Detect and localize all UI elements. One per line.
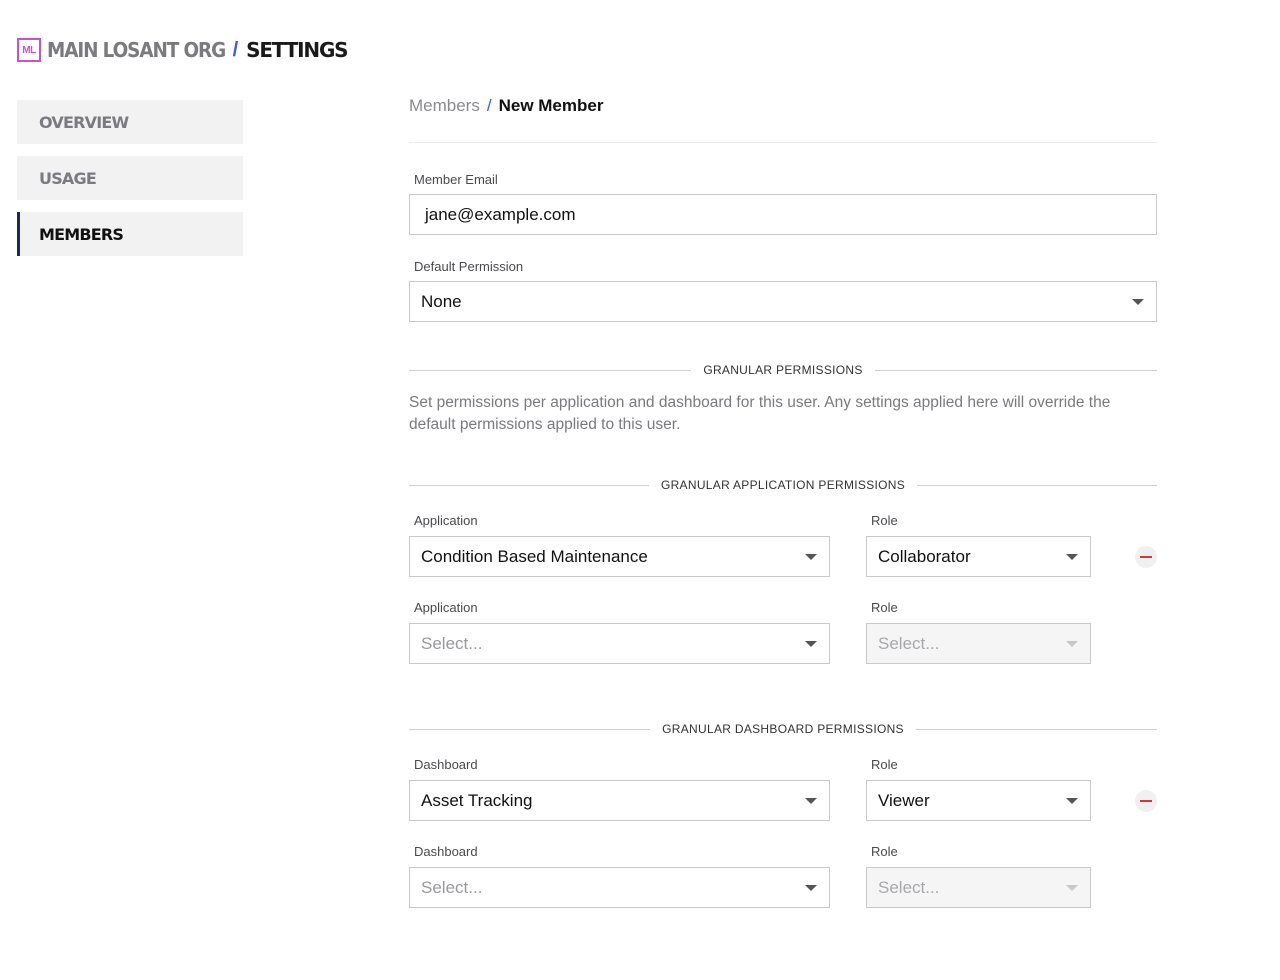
application-select[interactable]: Select... bbox=[409, 623, 830, 664]
role-select-disabled: Select... bbox=[866, 623, 1091, 664]
email-field[interactable]: jane@example.com bbox=[409, 194, 1157, 235]
role-placeholder: Select... bbox=[878, 877, 940, 897]
dashboard-permission-row-new: Dashboard Select... Role Select... bbox=[409, 844, 1157, 931]
default-permission-value: None bbox=[421, 291, 462, 311]
breadcrumb-members-link[interactable]: Members bbox=[409, 96, 480, 116]
breadcrumb-separator: / bbox=[486, 96, 492, 115]
org-header: ML MAIN LOSANT ORG / SETTINGS bbox=[17, 36, 349, 64]
role-placeholder: Select... bbox=[878, 633, 940, 653]
application-value: Condition Based Maintenance bbox=[421, 546, 648, 566]
sidebar-item-members[interactable]: MEMBERS bbox=[17, 212, 243, 256]
application-label: Application bbox=[414, 513, 478, 528]
chevron-down-icon bbox=[1066, 554, 1078, 560]
chevron-down-icon bbox=[1066, 641, 1078, 647]
role-value: Collaborator bbox=[878, 546, 971, 566]
chevron-down-icon bbox=[1066, 885, 1078, 891]
role-value: Viewer bbox=[878, 790, 930, 810]
dashboard-select[interactable]: Select... bbox=[409, 867, 830, 908]
minus-icon bbox=[1140, 556, 1152, 558]
application-select[interactable]: Condition Based Maintenance bbox=[409, 536, 830, 577]
chevron-down-icon bbox=[805, 798, 817, 804]
chevron-down-icon bbox=[1066, 798, 1078, 804]
remove-permission-button[interactable] bbox=[1135, 546, 1157, 568]
header-separator: / bbox=[232, 38, 239, 61]
breadcrumb-divider bbox=[409, 142, 1157, 143]
chevron-down-icon bbox=[805, 885, 817, 891]
email-group: Member Email jane@example.com bbox=[409, 172, 1157, 235]
dashboard-value: Asset Tracking bbox=[421, 790, 533, 810]
dashboard-label: Dashboard bbox=[414, 844, 478, 859]
application-label: Application bbox=[414, 600, 478, 615]
org-name-link[interactable]: MAIN LOSANT ORG bbox=[47, 38, 226, 62]
application-placeholder: Select... bbox=[421, 633, 483, 653]
dashboard-permission-row: Dashboard Asset Tracking Role Viewer bbox=[409, 757, 1157, 844]
sidebar-item-overview[interactable]: OVERVIEW bbox=[17, 100, 243, 144]
breadcrumb-current: New Member bbox=[498, 96, 604, 115]
default-permission-group: Default Permission None bbox=[409, 259, 1157, 322]
org-badge-icon: ML bbox=[17, 38, 41, 62]
page: ML MAIN LOSANT ORG / SETTINGS OVERVIEW U… bbox=[0, 0, 1280, 980]
dashboard-permissions-title: GRANULAR DASHBOARD PERMISSIONS bbox=[662, 722, 904, 736]
role-select[interactable]: Viewer bbox=[866, 780, 1091, 821]
app-permissions-divider: GRANULAR APPLICATION PERMISSIONS bbox=[409, 477, 1158, 493]
granular-permissions-divider: GRANULAR PERMISSIONS bbox=[409, 362, 1157, 378]
role-select-disabled: Select... bbox=[866, 867, 1091, 908]
granular-permissions-description: Set permissions per application and dash… bbox=[409, 394, 1111, 433]
role-label: Role bbox=[871, 513, 898, 528]
default-permission-label: Default Permission bbox=[414, 259, 524, 274]
app-permissions-title: GRANULAR APPLICATION PERMISSIONS bbox=[660, 478, 906, 492]
role-label: Role bbox=[871, 757, 898, 772]
app-permission-row: Application Condition Based Maintenance … bbox=[409, 513, 1157, 600]
role-select[interactable]: Collaborator bbox=[866, 536, 1091, 577]
role-label: Role bbox=[871, 600, 898, 615]
chevron-down-icon bbox=[805, 554, 817, 560]
dashboard-label: Dashboard bbox=[414, 757, 478, 772]
page-title: SETTINGS bbox=[246, 38, 348, 62]
chevron-down-icon bbox=[1132, 299, 1144, 305]
remove-permission-button[interactable] bbox=[1135, 790, 1157, 812]
default-permission-select[interactable]: None bbox=[409, 281, 1157, 322]
sidebar-item-usage[interactable]: USAGE bbox=[17, 156, 243, 200]
granular-permissions-title: GRANULAR PERMISSIONS bbox=[703, 363, 863, 377]
email-label: Member Email bbox=[414, 172, 498, 187]
chevron-down-icon bbox=[805, 641, 817, 647]
dashboard-placeholder: Select... bbox=[421, 877, 483, 897]
dashboard-select[interactable]: Asset Tracking bbox=[409, 780, 830, 821]
main-content: Members / New Member Member Email jane@e… bbox=[409, 92, 1158, 931]
breadcrumb: Members / New Member bbox=[409, 92, 1157, 120]
minus-icon bbox=[1140, 800, 1152, 802]
sidebar: OVERVIEW USAGE MEMBERS bbox=[17, 100, 243, 268]
role-label: Role bbox=[871, 844, 898, 859]
dashboard-permissions-divider: GRANULAR DASHBOARD PERMISSIONS bbox=[409, 721, 1157, 737]
app-permission-row-new: Application Select... Role Select... bbox=[409, 600, 1157, 687]
